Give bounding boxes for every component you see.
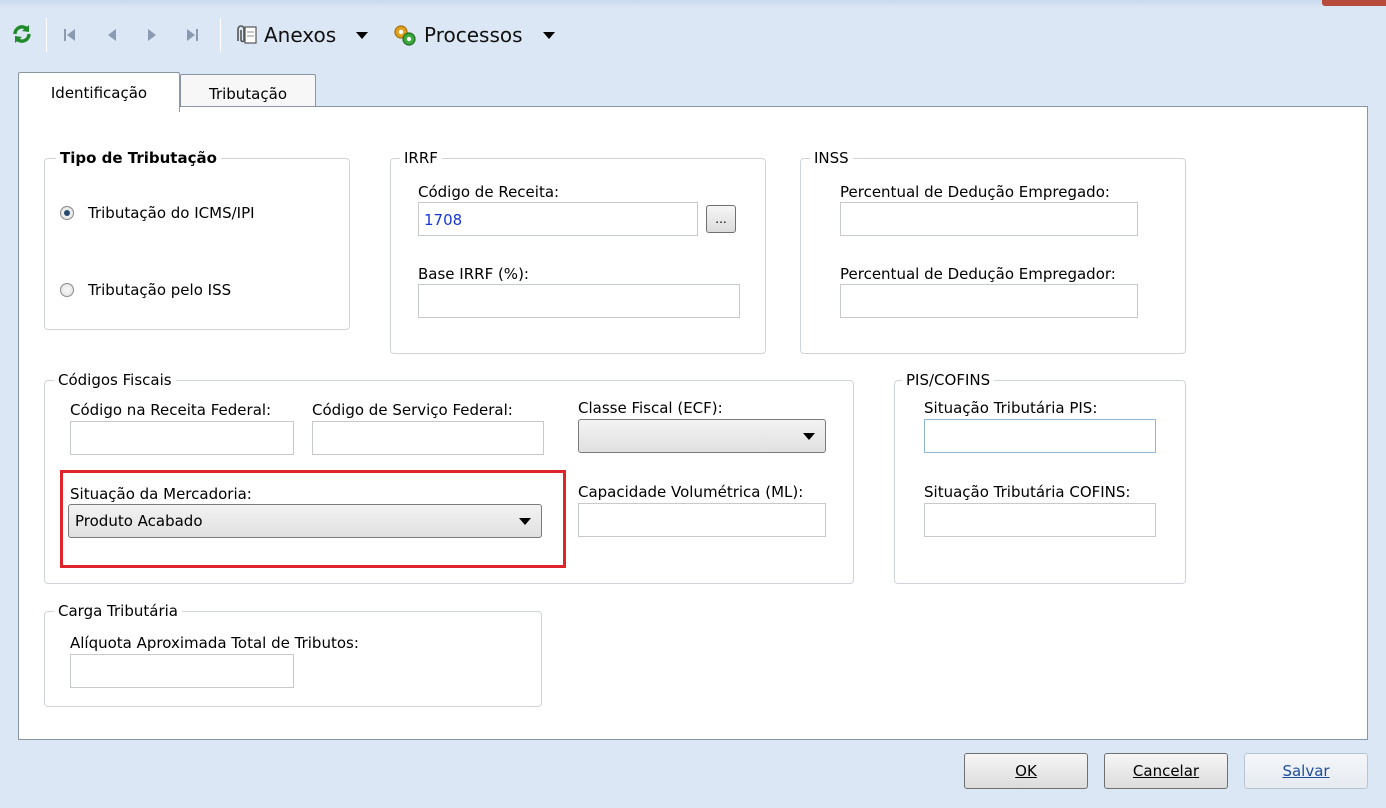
situacao-mercadoria-label: Situação da Mercadoria: (70, 485, 252, 503)
save-button[interactable]: Salvar (1244, 753, 1368, 789)
cancel-label: Cancelar (1132, 762, 1200, 780)
inss-legend: INSS (810, 149, 853, 167)
chevron-down-icon (542, 31, 555, 39)
save-label: Salvar (1282, 762, 1330, 780)
processes-label: Processos (424, 23, 523, 47)
toolbar: Anexos Processos (0, 8, 1386, 64)
tipo-tributacao-legend: Tipo de Tributação (56, 149, 221, 167)
tab-label: Tributação (208, 84, 287, 103)
chevron-down-icon (803, 432, 815, 440)
empregador-label: Percentual de Dedução Empregador: (840, 265, 1116, 283)
processes-menu[interactable]: Processos (392, 20, 555, 50)
situacao-mercadoria-select[interactable]: Produto Acabado (68, 504, 542, 538)
capacidade-input[interactable] (578, 503, 826, 537)
radio-button-selected[interactable] (60, 206, 74, 220)
empregador-input[interactable] (840, 284, 1138, 318)
paperclip-icon (232, 23, 258, 47)
attachments-label: Anexos (264, 23, 337, 47)
toolbar-separator (46, 18, 47, 52)
window-top-border (0, 0, 1386, 8)
tipo-tributacao-group (44, 158, 350, 330)
browse-label: ... (715, 212, 727, 226)
codigo-receita-value: 1708 (424, 211, 463, 229)
gears-icon (392, 23, 418, 47)
radio-label: Tributação pelo ISS (88, 281, 232, 299)
aliquota-label: Alíquota Aproximada Total de Tributos: (70, 634, 359, 652)
receita-federal-label: Código na Receita Federal: (70, 401, 272, 419)
chevron-down-icon (356, 31, 369, 39)
pis-cofins-legend: PIS/COFINS (902, 371, 995, 389)
pis-label: Situação Tributária PIS: (924, 399, 1098, 417)
previous-record-icon[interactable] (102, 26, 122, 44)
ok-button[interactable]: OK (964, 753, 1088, 789)
next-record-icon[interactable] (142, 26, 162, 44)
last-record-icon[interactable] (182, 26, 202, 44)
cofins-input[interactable] (924, 503, 1156, 537)
toolbar-separator (220, 18, 221, 52)
servico-federal-label: Código de Serviço Federal: (312, 401, 513, 419)
radio-button[interactable] (60, 283, 74, 297)
classe-fiscal-label: Classe Fiscal (ECF): (578, 399, 723, 417)
codigo-receita-label: Código de Receita: (418, 183, 560, 201)
codigos-fiscais-legend: Códigos Fiscais (54, 371, 176, 389)
tab-label: Identificação (50, 83, 148, 102)
base-irrf-label: Base IRRF (%): (418, 265, 529, 283)
radio-iss[interactable]: Tributação pelo ISS (60, 281, 231, 299)
carga-tributaria-legend: Carga Tributária (54, 602, 182, 620)
receita-federal-input[interactable] (70, 421, 294, 455)
browse-codigo-receita-button[interactable]: ... (706, 205, 736, 233)
refresh-icon[interactable] (10, 22, 34, 46)
capacidade-label: Capacidade Volumétrica (ML): (578, 483, 804, 501)
first-record-icon[interactable] (60, 26, 80, 44)
ok-label: OK (1015, 762, 1037, 780)
attachments-menu[interactable]: Anexos (232, 20, 369, 50)
base-irrf-input[interactable] (418, 284, 740, 318)
irrf-legend: IRRF (400, 149, 442, 167)
classe-fiscal-select[interactable] (578, 419, 826, 453)
tab-identificacao[interactable]: Identificação (18, 72, 180, 112)
situacao-mercadoria-value: Produto Acabado (75, 512, 203, 530)
radio-icms-ipi[interactable]: Tributação do ICMS/IPI (60, 204, 255, 222)
empregado-input[interactable] (840, 202, 1138, 236)
pis-input[interactable] (924, 419, 1156, 453)
codigo-receita-input[interactable]: 1708 (418, 202, 698, 236)
radio-label: Tributação do ICMS/IPI (88, 204, 255, 222)
window-close-corner[interactable] (1322, 0, 1386, 6)
chevron-down-icon (519, 517, 531, 525)
cofins-label: Situação Tributária COFINS: (924, 483, 1131, 501)
servico-federal-input[interactable] (312, 421, 544, 455)
cancel-button[interactable]: Cancelar (1104, 753, 1228, 789)
aliquota-input[interactable] (70, 654, 294, 688)
empregado-label: Percentual de Dedução Empregado: (840, 183, 1110, 201)
